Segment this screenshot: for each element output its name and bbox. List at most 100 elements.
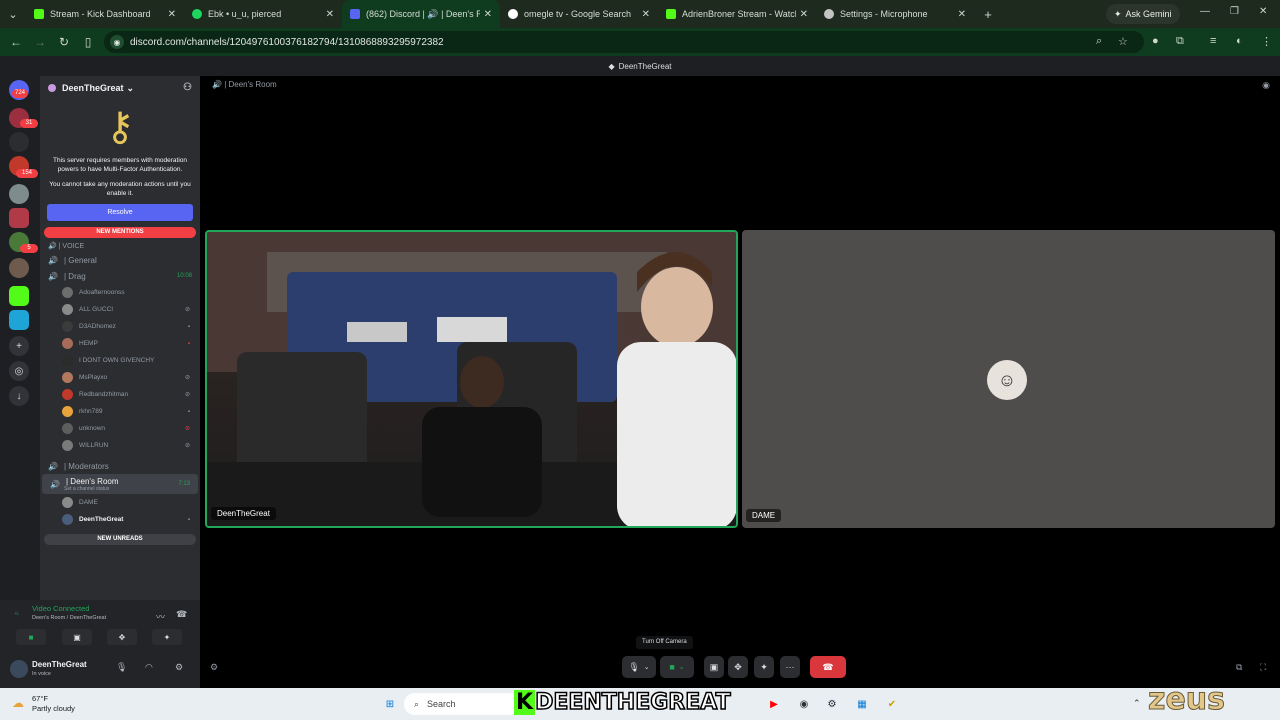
channel-drag[interactable]: 🔊 | Drag 10:08 — [40, 268, 200, 284]
server-icon-7[interactable] — [9, 258, 29, 278]
new-tab-button[interactable]: + — [974, 7, 1002, 22]
more-options-button[interactable]: ··· — [780, 656, 800, 678]
guild-header[interactable]: DeenTheGreat ⌄ ⚇ — [40, 76, 200, 100]
close-tab-icon[interactable]: ✕ — [484, 9, 492, 20]
profile-avatar[interactable]: ◐ — [1236, 35, 1243, 47]
weather-widget[interactable]: 67°F Partly cloudy — [32, 694, 75, 714]
camera-toggle-button[interactable]: ■ ⌄ — [660, 656, 694, 678]
close-tab-icon[interactable]: ✕ — [326, 9, 334, 20]
new-unreads-pill[interactable]: NEW UNREADS — [44, 534, 196, 545]
voice-member[interactable]: DAME — [40, 494, 200, 511]
channel-general[interactable]: 🔊 | General — [40, 252, 200, 268]
voice-member[interactable]: MsPlayxo ⊘ — [40, 369, 200, 386]
new-mentions-pill[interactable]: NEW MENTIONS — [44, 227, 196, 238]
invite-icon[interactable]: ⚇ — [183, 82, 192, 93]
close-tab-icon[interactable]: ✕ — [642, 9, 650, 20]
channel-moderators[interactable]: 🔊 | Moderators — [40, 458, 200, 474]
minimize-icon[interactable]: — — [1200, 6, 1210, 17]
steam-icon[interactable]: ⚙ — [822, 694, 842, 714]
youtube-icon[interactable]: ▶ — [764, 694, 784, 714]
soundboard-button[interactable]: ✦ — [754, 656, 774, 678]
popout-icon[interactable]: ⧉ — [1236, 662, 1242, 673]
server-icon-9[interactable] — [9, 310, 29, 330]
side-panel-icon[interactable]: ▯ — [76, 35, 100, 49]
soundboard-button[interactable]: ✦ — [152, 629, 182, 645]
discover-icon[interactable]: ◎ — [9, 361, 29, 381]
ask-gemini-button[interactable]: ✦ Ask Gemini — [1106, 4, 1180, 24]
channel-status[interactable]: Set a channel status — [64, 486, 109, 492]
voice-member[interactable]: HEMP ▪ — [40, 335, 200, 352]
tab-kick-dashboard[interactable]: Stream - Kick Dashboard ✕ — [26, 0, 184, 28]
screen-share-button[interactable]: ▣ — [62, 629, 92, 645]
address-bar[interactable]: ◉ discord.com/channels/12049761003761827… — [104, 31, 1144, 53]
avatar[interactable] — [10, 660, 28, 678]
voice-member[interactable]: D3ADhomez ▪ — [40, 318, 200, 335]
zoom-icon[interactable]: ⌕ — [1096, 35, 1102, 48]
muted-icon: ⊘ — [184, 392, 190, 398]
reading-list-icon[interactable]: ≡ — [1210, 35, 1216, 47]
voice-member[interactable]: I DONT OWN GIVENCHY — [40, 352, 200, 369]
tab-settings-microphone[interactable]: Settings - Microphone ✕ — [816, 0, 974, 28]
reload-icon[interactable]: ↻ — [52, 35, 76, 49]
voice-connected-status[interactable]: Video Connected — [32, 604, 89, 613]
close-tab-icon[interactable]: ✕ — [958, 9, 966, 20]
activities-button[interactable]: ✥ — [728, 656, 748, 678]
leave-call-button[interactable]: ☎ — [810, 656, 846, 678]
server-icon-kick[interactable] — [9, 286, 29, 306]
activities-button[interactable]: ✥ — [107, 629, 137, 645]
voice-member[interactable]: ALL GUCCI ⊘ — [40, 301, 200, 318]
resolve-button[interactable]: Resolve — [47, 204, 193, 221]
gear-icon[interactable]: ⚙ — [175, 662, 183, 673]
disconnect-icon[interactable]: ☎ — [176, 609, 187, 620]
obs-icon[interactable]: ◉ — [794, 694, 814, 714]
chat-icon[interactable]: ◉ — [1262, 80, 1270, 91]
close-tab-icon[interactable]: ✕ — [168, 9, 176, 20]
screen-share-button[interactable]: ▣ — [704, 656, 724, 678]
mic-toggle-button[interactable]: 🎙 ⌄ — [622, 656, 656, 678]
camera-button[interactable]: ■ — [16, 629, 46, 645]
fullscreen-icon[interactable]: ⛶ — [1260, 662, 1266, 673]
tab-spotify[interactable]: Ebk • u_u, pierced ✕ — [184, 0, 342, 28]
store-icon[interactable]: ▦ — [852, 694, 872, 714]
tab-adrienbroner-stream[interactable]: AdrienBroner Stream - Watch Live ✕ — [658, 0, 816, 28]
voice-settings-icon[interactable]: ⚙ — [210, 662, 218, 673]
voice-category[interactable]: 🔊 | VOICE — [40, 238, 200, 252]
tray-chevron-icon[interactable]: ⌃ — [1133, 698, 1141, 709]
gemini-icon: ✦ — [1114, 8, 1122, 19]
restore-icon[interactable]: ❐ — [1230, 6, 1239, 17]
extensions-puzzle-icon[interactable]: ⧉ — [1176, 35, 1184, 48]
voice-member[interactable]: rkhn789 ▪ — [40, 403, 200, 420]
server-icon-5[interactable] — [9, 208, 29, 228]
voice-member[interactable]: WILLRUN ⊘ — [40, 437, 200, 454]
video-tile-deenthegreat[interactable]: DeenTheGreat — [205, 230, 738, 528]
chrome-menu-icon[interactable]: ⋮ — [1261, 35, 1272, 48]
voice-member[interactable]: Redbandzhitman ⊘ — [40, 386, 200, 403]
forward-icon[interactable]: → — [28, 35, 52, 49]
add-server-icon[interactable]: + — [9, 336, 29, 356]
start-icon[interactable]: ⊞ — [380, 694, 400, 714]
voice-member[interactable]: unknown ⊘ — [40, 420, 200, 437]
site-info-icon[interactable]: ◉ — [110, 35, 124, 49]
back-icon[interactable]: ← — [4, 35, 28, 49]
taskbar-search[interactable]: ⌕ Search — [404, 693, 520, 715]
tab-search-icon[interactable]: ⌄ — [0, 0, 26, 28]
speaker-icon: 🔊 — [48, 255, 58, 265]
channel-deens-room[interactable]: 🔊 | Deen's Room 7:13 Set a channel statu… — [42, 474, 198, 494]
audio-tile-dame[interactable]: ☺ DAME — [742, 230, 1275, 528]
voice-member[interactable]: Adoafternoonss — [40, 284, 200, 301]
server-icon-2[interactable] — [9, 132, 29, 152]
norton-icon[interactable]: ✔ — [882, 694, 902, 714]
video-icon: ▪ — [187, 323, 190, 330]
headphones-icon[interactable]: ◠ — [145, 662, 153, 673]
tab-discord[interactable]: (862) Discord | 🔊 | Deen's Room ✕ — [342, 0, 500, 28]
close-window-icon[interactable]: ✕ — [1259, 6, 1267, 17]
noise-suppression-icon[interactable]: 〰 — [156, 610, 165, 623]
mic-icon[interactable]: 🎙 — [116, 662, 127, 673]
close-tab-icon[interactable]: ✕ — [800, 9, 808, 20]
download-icon[interactable]: ↓ — [9, 386, 29, 406]
server-icon-4[interactable] — [9, 184, 29, 204]
extension-icon[interactable]: ● — [1152, 35, 1159, 47]
bookmark-star-icon[interactable]: ☆ — [1118, 35, 1128, 48]
voice-member[interactable]: DeenTheGreat ▪ — [40, 511, 200, 528]
tab-google-search[interactable]: omegle tv - Google Search ✕ — [500, 0, 658, 28]
